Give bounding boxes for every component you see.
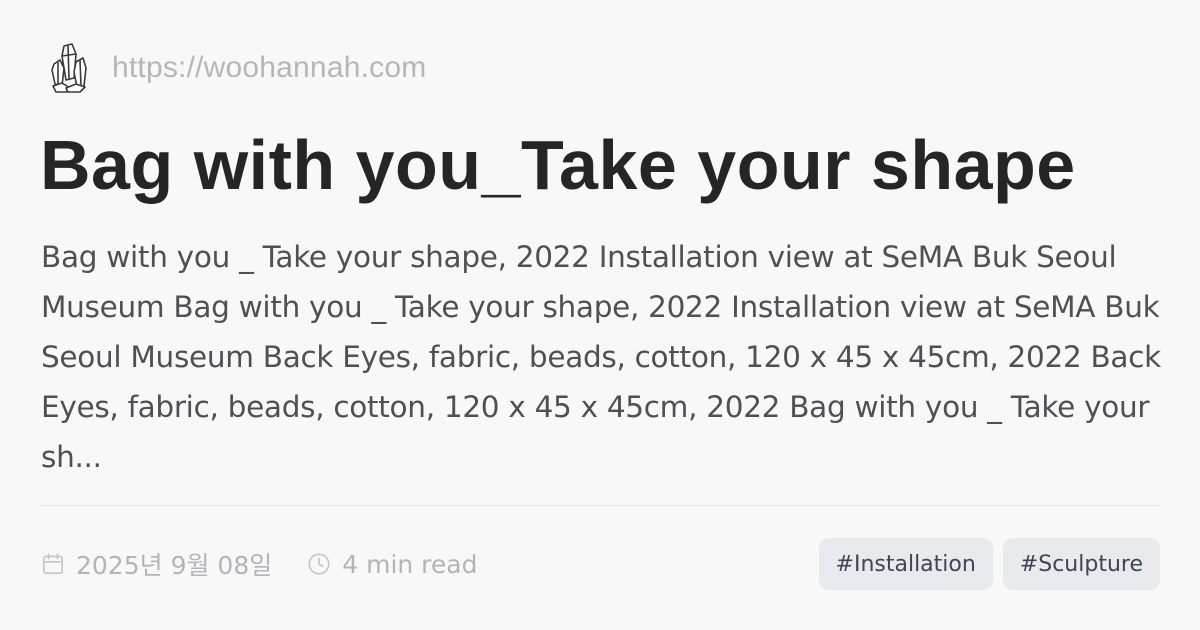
site-header: https://woohannah.com [48, 40, 426, 96]
post-read-time-text: 4 min read [342, 549, 478, 579]
post-meta: 2025년 9월 08일 4 min read [40, 540, 477, 588]
tag-list: #Installation #Sculpture [818, 538, 1160, 590]
post-date: 2025년 9월 08일 [40, 546, 272, 582]
tag-installation[interactable]: #Installation [818, 538, 993, 590]
page-title: Bag with you_Take your shape [40, 126, 1076, 204]
crystal-cluster-icon [48, 40, 90, 96]
post-date-text: 2025년 9월 08일 [76, 551, 273, 580]
post-excerpt: Bag with you _ Take your shape, 2022 Ins… [41, 240, 1161, 474]
post-read-time: 4 min read [306, 550, 477, 579]
calendar-icon [40, 551, 66, 577]
tag-sculpture[interactable]: #Sculpture [1002, 538, 1160, 590]
og-card: https://woohannah.com Bag with you_Take … [0, 0, 1200, 630]
divider [40, 505, 1160, 506]
clock-icon [306, 551, 332, 577]
site-url[interactable]: https://woohannah.com [112, 51, 426, 85]
